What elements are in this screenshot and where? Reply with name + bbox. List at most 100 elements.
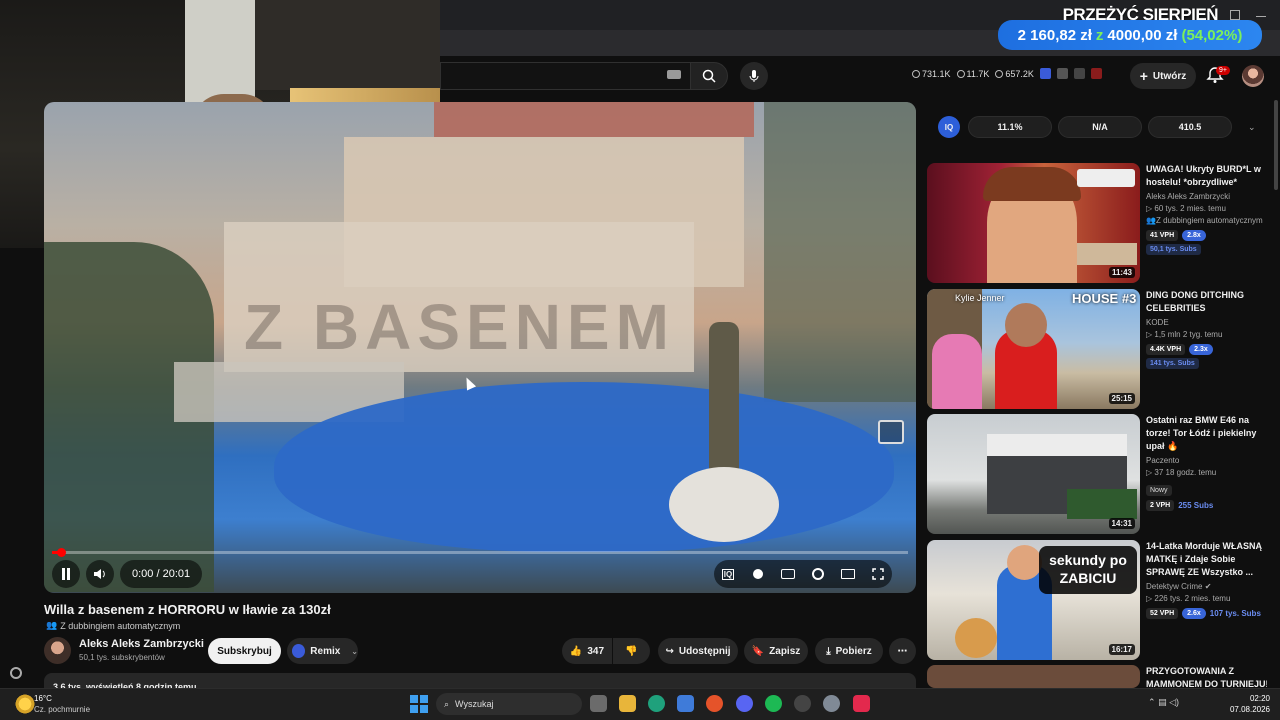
recommendation-channel-name[interactable]: Detektyw Crime bbox=[1146, 582, 1202, 591]
download-button[interactable]: ⤓ Pobierz bbox=[815, 638, 883, 664]
system-tray[interactable]: ⌃ ▤ ◁) bbox=[1148, 697, 1179, 708]
video-player[interactable]: Z BASENEM 0:00 / 20:01 IQ bbox=[44, 102, 916, 593]
recommendation-info: PRZYGOTOWANIA Z MAMMONEM DO TURNIEJU! bbox=[1146, 665, 1267, 688]
award-icon[interactable] bbox=[1073, 68, 1085, 79]
recommendation-thumbnail[interactable] bbox=[927, 665, 1140, 688]
store-icon[interactable] bbox=[677, 695, 694, 712]
chevron-down-icon[interactable]: ⌄ bbox=[1248, 122, 1256, 133]
recommendation-thumbnail[interactable]: 11:43 bbox=[927, 163, 1140, 283]
recommendation-item[interactable]: sekundy po ZABICIU 16:17 14-Latka Morduj… bbox=[927, 540, 1267, 660]
tiktok-icon[interactable] bbox=[853, 695, 870, 712]
channel-avatar[interactable] bbox=[44, 637, 71, 664]
like-button[interactable]: 👍 347 bbox=[562, 638, 612, 664]
subtitles-icon[interactable] bbox=[780, 567, 796, 581]
recommendation-thumbnail[interactable]: sekundy po ZABICIU 16:17 bbox=[927, 540, 1140, 660]
search-button[interactable] bbox=[690, 62, 728, 90]
channel-name[interactable]: Aleks Aleks Zambrzycki bbox=[79, 638, 204, 650]
weather-temperature[interactable]: 16°C bbox=[34, 694, 52, 703]
spotify-icon[interactable] bbox=[765, 695, 782, 712]
recommendation-channel[interactable]: Paczento bbox=[1146, 455, 1270, 467]
fullscreen-icon[interactable] bbox=[870, 567, 886, 581]
extension-metric-1: 11.1% bbox=[968, 116, 1052, 138]
remix-button[interactable]: Remix ⌄ bbox=[287, 638, 358, 664]
recommendation-meta-text: 1,5 mln 2 tyg. temu bbox=[1154, 330, 1223, 339]
new-badge: Nowy bbox=[1146, 485, 1172, 496]
recommendation-title[interactable]: Ostatni raz BMW E46 na torze! Tor Łódź i… bbox=[1146, 414, 1270, 453]
more-icon: ⋯ bbox=[897, 645, 908, 657]
list-icon[interactable] bbox=[1056, 68, 1068, 79]
extension-icon[interactable] bbox=[1039, 68, 1051, 79]
task-view-icon[interactable] bbox=[590, 695, 607, 712]
recommendation-item[interactable]: PRZYGOTOWANIA Z MAMMONEM DO TURNIEJU! bbox=[927, 665, 1267, 688]
video-duration: 11:43 bbox=[1108, 267, 1135, 278]
taskbar-search[interactable]: ⌕ Wyszukaj bbox=[436, 693, 582, 715]
dislike-button[interactable]: 👎 bbox=[613, 638, 650, 664]
settings-icon[interactable] bbox=[810, 567, 826, 581]
remix-label: Remix bbox=[310, 645, 341, 657]
recommendation-item[interactable]: HOUSE #3 Kylie Jenner 25:15 DING DONG DI… bbox=[927, 289, 1267, 409]
obs-icon[interactable] bbox=[794, 695, 811, 712]
weather-description[interactable]: Cz. pochmurnie bbox=[34, 705, 90, 714]
minimize-icon[interactable] bbox=[1256, 16, 1266, 17]
subscribe-button[interactable]: Subskrybuj bbox=[208, 638, 281, 664]
video-title: Willa z basenem z HORRORU w Iławie za 13… bbox=[44, 602, 331, 617]
recommendation-item[interactable]: 14:31 Ostatni raz BMW E46 na torze! Tor … bbox=[927, 414, 1267, 534]
recommendation-title[interactable]: 14-Latka Morduje WŁASNĄ MATKĘ i Zdaje So… bbox=[1146, 540, 1270, 579]
sidebar-scrollbar[interactable] bbox=[1274, 100, 1278, 190]
thumbnail-face bbox=[1005, 303, 1047, 347]
recommendation-title[interactable]: PRZYGOTOWANIA Z MAMMONEM DO TURNIEJU! bbox=[1146, 665, 1267, 688]
progress-bar[interactable] bbox=[52, 548, 908, 557]
thumbnail-face bbox=[1007, 545, 1042, 580]
search-input[interactable] bbox=[440, 62, 690, 90]
discord-icon[interactable] bbox=[736, 695, 753, 712]
save-label: Zapisz bbox=[769, 645, 801, 657]
download-label: Pobierz bbox=[835, 645, 872, 657]
thumbnail-text: sekundy po ZABICIU bbox=[1039, 546, 1137, 594]
pause-button[interactable] bbox=[52, 560, 80, 588]
progress-handle[interactable] bbox=[56, 548, 66, 557]
recommendation-item[interactable]: 11:43 UWAGA! Ukryty BURD*L w hostelu! *o… bbox=[927, 163, 1267, 283]
recommendation-thumbnail[interactable]: 14:31 bbox=[927, 414, 1140, 534]
gear-icon[interactable] bbox=[10, 667, 22, 679]
clock-icon bbox=[912, 69, 920, 78]
clock-date: 07.08.2026 bbox=[1229, 705, 1270, 714]
settings-app-icon[interactable] bbox=[823, 695, 840, 712]
windows-start-icon[interactable] bbox=[410, 695, 428, 713]
iq-extension-icon[interactable]: IQ bbox=[720, 567, 736, 581]
account-avatar[interactable] bbox=[1242, 65, 1264, 87]
recommendation-title[interactable]: UWAGA! Ukryty BURD*L w hostelu! *obrzydl… bbox=[1146, 163, 1270, 189]
recommendation-channel[interactable]: Aleks Aleks Zambrzycki bbox=[1146, 191, 1270, 203]
save-button[interactable]: 🔖 Zapisz bbox=[744, 638, 808, 664]
recommendation-thumbnail[interactable]: HOUSE #3 Kylie Jenner 25:15 bbox=[927, 289, 1140, 409]
subs-badge: 255 Subs bbox=[1178, 501, 1214, 510]
system-clock[interactable]: 02:20 07.08.2026 bbox=[1226, 693, 1270, 715]
thumbnail-text: HOUSE #3 bbox=[1072, 291, 1137, 306]
share-button[interactable]: ↪ Udostępnij bbox=[658, 638, 738, 664]
thumbnail-bed bbox=[1077, 243, 1137, 265]
voice-search-button[interactable] bbox=[740, 62, 768, 90]
recommendation-channel[interactable]: KODE bbox=[1146, 317, 1270, 329]
weather-icon[interactable] bbox=[14, 693, 36, 715]
keyboard-icon[interactable] bbox=[667, 70, 681, 79]
create-button[interactable]: + Utwórz bbox=[1130, 63, 1196, 89]
recommendation-title[interactable]: DING DONG DITCHING CELEBRITIES bbox=[1146, 289, 1270, 315]
recommendation-channel[interactable]: Detektyw Crime ✔ bbox=[1146, 581, 1270, 593]
firefox-icon[interactable] bbox=[706, 695, 723, 712]
miniplayer-icon[interactable] bbox=[878, 420, 904, 444]
recommendation-subs-row: 50,1 tys. Subs bbox=[1146, 244, 1270, 255]
taskbar bbox=[0, 688, 1280, 720]
search-icon bbox=[702, 69, 716, 83]
extension-logo[interactable]: IQ bbox=[938, 116, 960, 138]
alert-icon[interactable] bbox=[1090, 68, 1102, 79]
theater-mode-icon[interactable] bbox=[840, 567, 856, 581]
player-controls-left: 0:00 / 20:01 bbox=[52, 560, 203, 588]
recommendation-tags: 2 VPH 255 Subs bbox=[1146, 500, 1270, 511]
volume-button[interactable] bbox=[86, 560, 114, 588]
edge-icon[interactable] bbox=[648, 695, 665, 712]
autoplay-toggle-icon[interactable] bbox=[750, 567, 766, 581]
more-actions-button[interactable]: ⋯ bbox=[889, 638, 916, 664]
file-explorer-icon[interactable] bbox=[619, 695, 636, 712]
restore-icon[interactable] bbox=[1230, 10, 1240, 20]
video-frame-pool bbox=[274, 382, 894, 552]
pause-icon bbox=[62, 568, 70, 580]
